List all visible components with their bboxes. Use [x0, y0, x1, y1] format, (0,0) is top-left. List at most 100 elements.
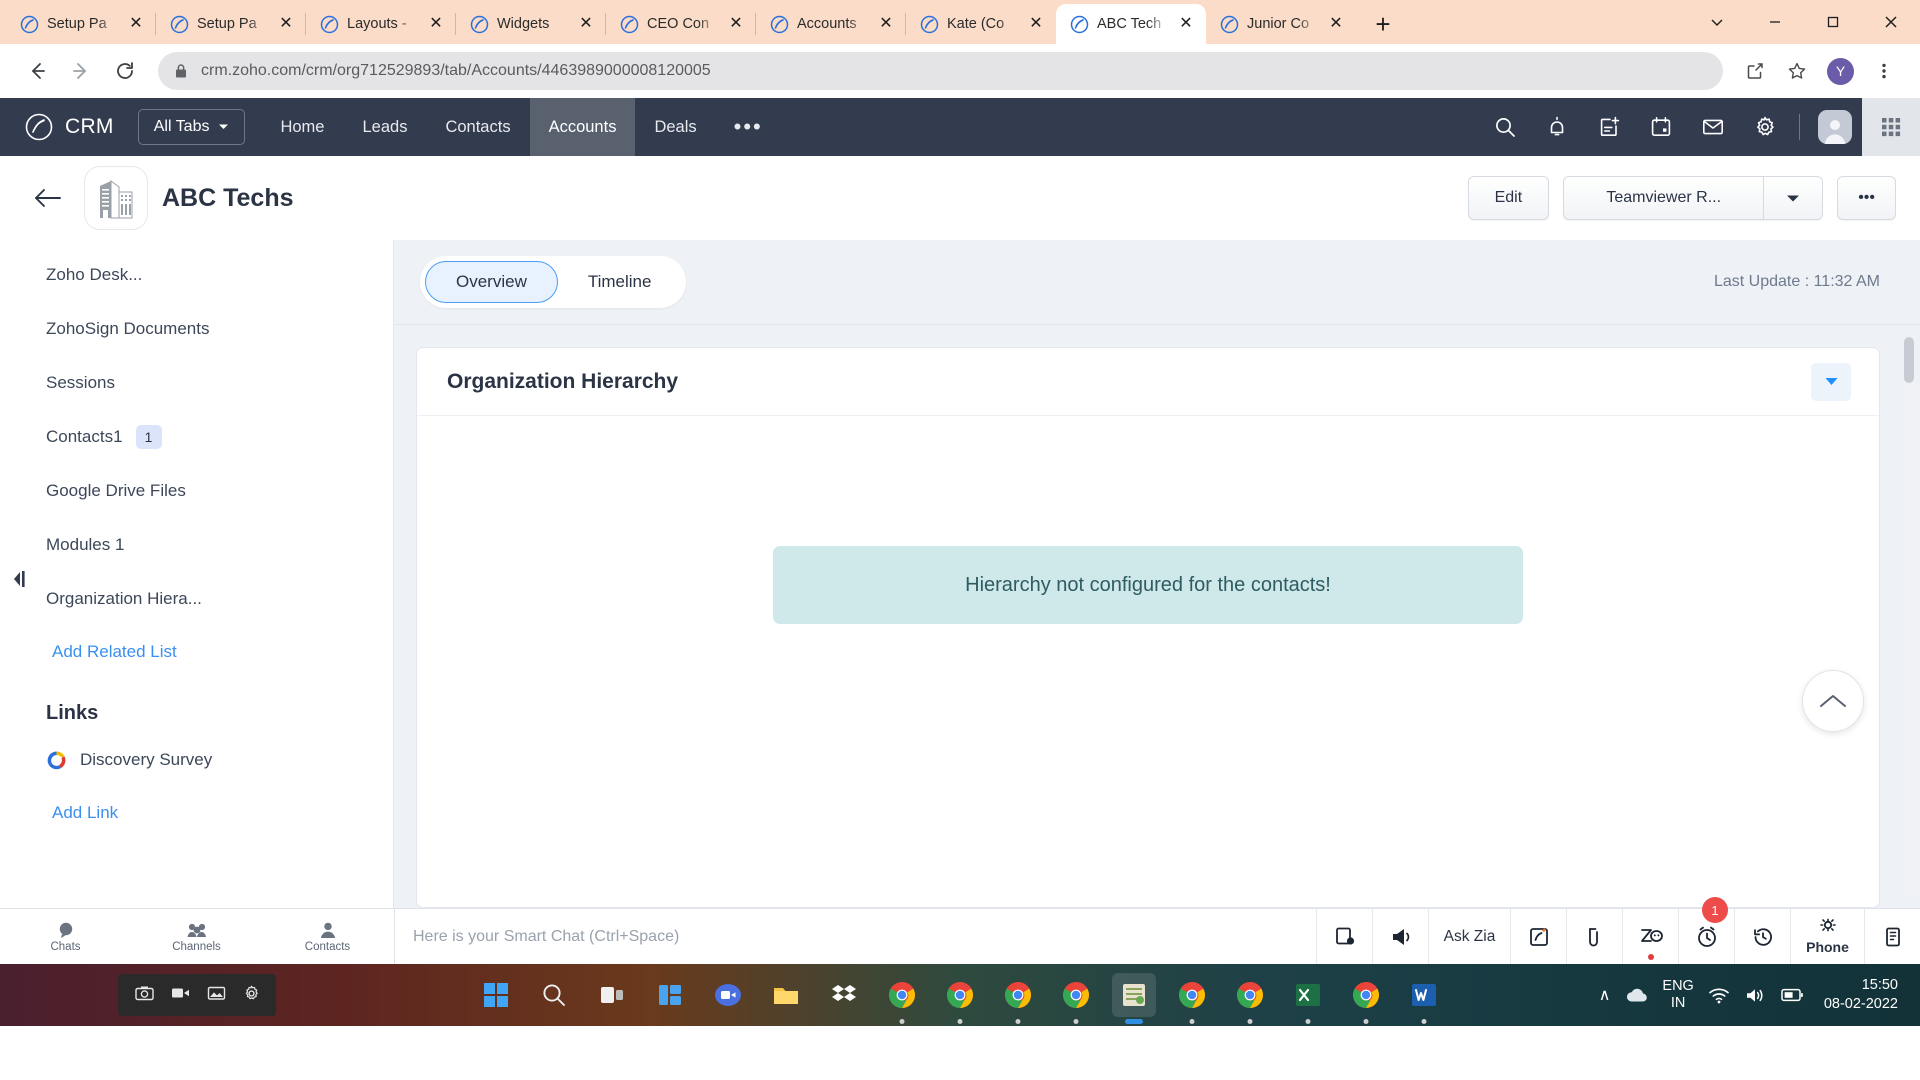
input-language-indicator[interactable]: ENG IN	[1662, 978, 1693, 1011]
browser-tab[interactable]: Junior Co✕	[1206, 4, 1356, 44]
sidebar-item[interactable]: Contacts11	[0, 410, 393, 464]
taskbar-app-task-view[interactable]	[590, 973, 634, 1017]
taskbar-app-chrome[interactable]	[1344, 973, 1388, 1017]
close-icon[interactable]: ✕	[1326, 14, 1346, 34]
kebab-menu-icon[interactable]	[1866, 53, 1902, 89]
tab-search-chevron-icon[interactable]	[1688, 0, 1746, 44]
browser-tab[interactable]: Accounts✕	[756, 4, 906, 44]
clipboard-icon[interactable]	[1864, 909, 1920, 964]
tab-overview[interactable]: Overview	[425, 261, 558, 303]
close-icon[interactable]: ✕	[126, 14, 146, 34]
taskbar-app-dropbox[interactable]	[822, 973, 866, 1017]
ask-zia-button[interactable]: Ask Zia	[1428, 909, 1510, 964]
record-back-button[interactable]	[24, 186, 72, 210]
scroll-to-top-button[interactable]	[1802, 670, 1864, 732]
taskbar-app-file-explorer[interactable]	[764, 973, 808, 1017]
close-icon[interactable]: ✕	[276, 14, 296, 34]
back-button[interactable]	[18, 52, 56, 90]
taskbar-app-chrome[interactable]	[1170, 973, 1214, 1017]
sidebar-item[interactable]: Organization Hiera...	[0, 572, 393, 626]
scrollbar-thumb[interactable]	[1904, 337, 1914, 383]
browser-tab[interactable]: CEO Con✕	[606, 4, 756, 44]
browser-tab[interactable]: Setup Pa✕	[6, 4, 156, 44]
close-icon[interactable]: ✕	[426, 14, 446, 34]
taskbar-app-chrome[interactable]	[880, 973, 924, 1017]
phone-button[interactable]: Phone	[1790, 909, 1864, 964]
nav-link-contacts[interactable]: Contacts	[426, 98, 529, 156]
nav-link-home[interactable]: Home	[261, 98, 343, 156]
tray-overflow-icon[interactable]: ∧	[1599, 985, 1611, 1005]
nav-more-button[interactable]: •••	[716, 114, 781, 140]
screen-share-icon[interactable]	[1316, 909, 1372, 964]
nav-link-leads[interactable]: Leads	[343, 98, 426, 156]
taskbar-app-chrome[interactable]	[1228, 973, 1272, 1017]
browser-profile-avatar[interactable]: Y	[1827, 58, 1854, 85]
note-icon[interactable]	[1510, 909, 1566, 964]
nav-link-deals[interactable]: Deals	[635, 98, 715, 156]
sidebar-item[interactable]: Sessions	[0, 356, 393, 410]
search-icon[interactable]	[1479, 98, 1531, 156]
add-link-link[interactable]: Add Link	[0, 787, 393, 839]
taskbar-app-chrome[interactable]	[996, 973, 1040, 1017]
zia-icon[interactable]	[1622, 909, 1678, 964]
image-icon[interactable]	[207, 985, 226, 1005]
close-window-button[interactable]	[1862, 0, 1920, 44]
task-icon[interactable]	[1566, 909, 1622, 964]
battery-icon[interactable]	[1780, 987, 1804, 1003]
screen-recorder-overlay[interactable]	[118, 974, 276, 1016]
tab-timeline[interactable]: Timeline	[558, 261, 682, 303]
card-collapse-caret[interactable]	[1811, 363, 1851, 401]
new-tab-button[interactable]: +	[1364, 7, 1402, 41]
announcement-icon[interactable]	[1372, 909, 1428, 964]
forward-button[interactable]	[62, 52, 100, 90]
close-icon[interactable]: ✕	[876, 14, 896, 34]
onedrive-icon[interactable]	[1624, 987, 1648, 1004]
sidebar-link-discovery-survey[interactable]: Discovery Survey	[0, 733, 393, 787]
clock[interactable]: 15:50 08-02-2022	[1824, 976, 1898, 1014]
browser-tab[interactable]: Layouts -✕	[306, 4, 456, 44]
camera-icon[interactable]	[135, 985, 154, 1005]
mail-icon[interactable]	[1687, 98, 1739, 156]
cliq-tab-contacts[interactable]: Contacts	[262, 921, 393, 953]
maximize-button[interactable]	[1804, 0, 1862, 44]
add-related-list-link[interactable]: Add Related List	[0, 626, 393, 678]
teamviewer-dropdown-caret[interactable]	[1763, 176, 1823, 220]
minimize-button[interactable]	[1746, 0, 1804, 44]
browser-tab-active[interactable]: ABC Tech✕	[1056, 4, 1206, 44]
address-bar[interactable]: crm.zoho.com/crm/org712529893/tab/Accoun…	[158, 52, 1723, 90]
taskbar-app-notes[interactable]	[1112, 973, 1156, 1017]
close-icon[interactable]: ✕	[1176, 14, 1196, 34]
edit-button[interactable]: Edit	[1468, 176, 1550, 220]
app-grid-icon[interactable]	[1862, 98, 1920, 156]
settings-icon[interactable]	[243, 985, 260, 1006]
bell-icon[interactable]	[1531, 98, 1583, 156]
sidebar-item[interactable]: Modules 1	[0, 518, 393, 572]
collapse-panel-icon[interactable]	[12, 568, 28, 590]
share-icon[interactable]	[1737, 53, 1773, 89]
crm-logo[interactable]: CRM	[24, 112, 114, 142]
nav-link-accounts[interactable]: Accounts	[530, 98, 636, 156]
star-icon[interactable]	[1779, 53, 1815, 89]
smart-chat-input[interactable]: Here is your Smart Chat (Ctrl+Space)	[394, 909, 1316, 964]
avatar[interactable]	[1818, 110, 1852, 144]
record-more-button[interactable]: •••	[1837, 176, 1896, 220]
taskbar-app-chrome[interactable]	[938, 973, 982, 1017]
close-icon[interactable]: ✕	[1026, 14, 1046, 34]
reminder-icon[interactable]: 1	[1678, 909, 1734, 964]
all-tabs-dropdown[interactable]: All Tabs	[138, 109, 246, 145]
wifi-icon[interactable]	[1708, 987, 1730, 1004]
close-icon[interactable]: ✕	[726, 14, 746, 34]
taskbar-app-start[interactable]	[474, 973, 518, 1017]
sidebar-item[interactable]: Zoho Desk...	[0, 248, 393, 302]
browser-tab[interactable]: Setup Pa✕	[156, 4, 306, 44]
teamviewer-button[interactable]: Teamviewer R...	[1563, 176, 1763, 220]
video-icon[interactable]	[171, 985, 190, 1005]
vertical-scrollbar[interactable]	[1904, 337, 1914, 896]
calendar-icon[interactable]	[1635, 98, 1687, 156]
taskbar-app-excel[interactable]	[1286, 973, 1330, 1017]
taskbar-app-zoom[interactable]	[706, 973, 750, 1017]
taskbar-app-word[interactable]	[1402, 973, 1446, 1017]
add-note-icon[interactable]	[1583, 98, 1635, 156]
close-icon[interactable]: ✕	[576, 14, 596, 34]
volume-icon[interactable]	[1744, 987, 1766, 1004]
